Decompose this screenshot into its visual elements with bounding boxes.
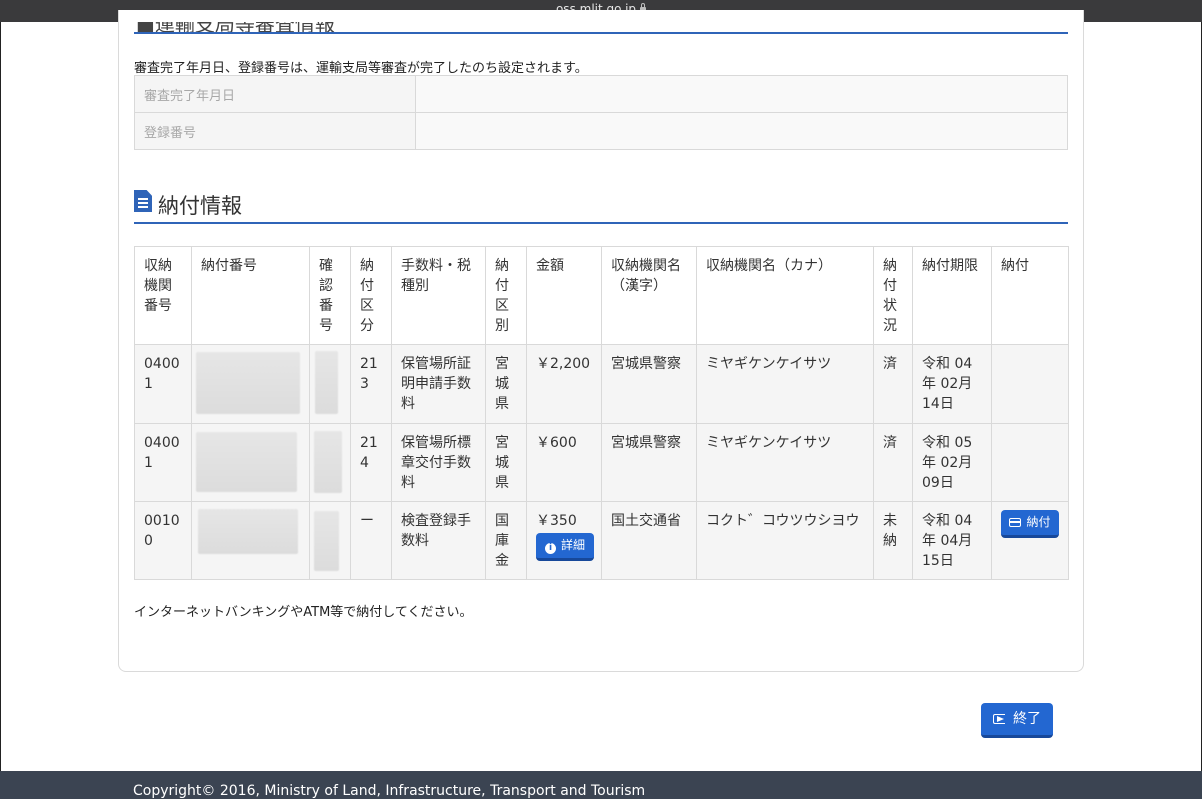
payment-number-redacted — [191, 423, 310, 502]
amount: ￥350 — [536, 513, 577, 529]
col-payment-number: 納付番号 — [191, 246, 310, 345]
pay-button-label: 納付 — [1026, 515, 1051, 529]
agency-name-kana: ミヤギケンケイサツ — [696, 344, 874, 424]
col-payment-category: 納付区分 — [350, 246, 392, 345]
table-row: 登録番号 — [134, 112, 1068, 150]
fee-type: 検査登録手数料 — [391, 501, 486, 580]
pay-button[interactable]: 納付 — [1001, 510, 1059, 538]
section-rule — [134, 222, 1068, 224]
col-status: 納付状況 — [873, 246, 913, 345]
payment-category: 214 — [350, 423, 392, 502]
col-agency-kana: 収納機関名（カナ） — [696, 246, 874, 345]
payment-note: インターネットバンキングやATM等で納付してください。 — [134, 605, 473, 620]
confirmation-number-redacted — [309, 501, 351, 580]
agency-name-kana: ミヤギケンケイサツ — [696, 423, 874, 502]
fee-type: 保管場所標章交付手数料 — [391, 423, 486, 502]
payment-division: 宮城県 — [485, 423, 527, 502]
sign-out-icon — [993, 714, 1005, 724]
end-button-label: 終了 — [1013, 711, 1041, 727]
confirmation-number-redacted — [309, 344, 351, 424]
col-agency-number: 収納機関番号 — [134, 246, 192, 345]
pay-cell: 納付 — [991, 501, 1069, 580]
amount-cell: ￥350 i 詳細 — [526, 501, 602, 580]
col-pay: 納付 — [991, 246, 1069, 345]
exam-date-label: 審査完了年月日 — [134, 75, 416, 113]
fee-type: 保管場所証明申請手数料 — [391, 344, 486, 424]
table-row: 00100 ー 検査登録手数料 国庫金 ￥350 i 詳細 国土交通省 コクト゛コ… — [134, 501, 1069, 580]
payment-status: 済 — [873, 423, 913, 502]
table-row: 04001 214 保管場所標章交付手数料 宮城県 ￥600 宮城県警察 ミヤギ… — [134, 423, 1069, 502]
col-agency-kanji: 収納機関名（漢字） — [601, 246, 697, 345]
payment-category: ー — [350, 501, 392, 580]
footer: Copyright© 2016, Ministry of Land, Infra… — [0, 771, 1202, 799]
col-confirmation-number: 確認番号 — [309, 246, 351, 345]
amount: ￥600 — [526, 423, 602, 502]
agency-number: 04001 — [134, 423, 192, 502]
col-amount: 金額 — [526, 246, 602, 345]
agency-name-kanji: 宮城県警察 — [601, 344, 697, 424]
window-edge-left — [0, 22, 1, 772]
due-date: 令和 04年 04月 15日 — [912, 501, 992, 580]
detail-button[interactable]: i 詳細 — [536, 533, 594, 561]
payment-number-redacted — [191, 501, 310, 580]
table-row: 04001 213 保管場所証明申請手数料 宮城県 ￥2,200 宮城県警察 ミ… — [134, 344, 1069, 424]
registration-note: 審査完了年月日、登録番号は、運輸支局等審査が完了したのち設定されます。 — [134, 61, 588, 76]
credit-card-icon — [1009, 518, 1022, 527]
table-header-row: 収納機関番号 納付番号 確認番号 納付区分 手数料・税種別 納付区別 金額 収納… — [134, 246, 1069, 345]
detail-button-label: 詳細 — [560, 538, 585, 552]
info-icon: i — [544, 543, 556, 554]
section-rule — [134, 32, 1068, 34]
pay-cell — [991, 344, 1069, 424]
payment-heading-title: 納付情報 — [158, 194, 242, 218]
registration-table: 審査完了年月日 登録番号 — [134, 75, 1068, 150]
end-button[interactable]: 終了 — [981, 703, 1053, 738]
due-date: 令和 04年 02月 14日 — [912, 344, 992, 424]
agency-number: 04001 — [134, 344, 192, 424]
agency-name-kana: コクト゛コウツウシヨウ — [696, 501, 874, 580]
amount: ￥2,200 — [526, 344, 602, 424]
payment-category: 213 — [350, 344, 392, 424]
table-row: 審査完了年月日 — [134, 75, 1068, 113]
payment-division: 宮城県 — [485, 344, 527, 424]
confirmation-number-redacted — [309, 423, 351, 502]
payment-table: 収納機関番号 納付番号 確認番号 納付区分 手数料・税種別 納付区別 金額 収納… — [134, 246, 1069, 580]
payment-division: 国庫金 — [485, 501, 527, 580]
registration-number-value — [415, 112, 1068, 150]
agency-name-kanji: 宮城県警察 — [601, 423, 697, 502]
document-icon — [134, 190, 152, 212]
pay-cell — [991, 423, 1069, 502]
col-fee-type: 手数料・税種別 — [391, 246, 486, 345]
payment-status: 未納 — [873, 501, 913, 580]
col-payment-division: 納付区別 — [485, 246, 527, 345]
due-date: 令和 05年 02月 09日 — [912, 423, 992, 502]
agency-number: 00100 — [134, 501, 192, 580]
registration-number-label: 登録番号 — [134, 112, 416, 150]
agency-name-kanji: 国土交通省 — [601, 501, 697, 580]
payment-number-redacted — [191, 344, 310, 424]
copyright: Copyright© 2016, Ministry of Land, Infra… — [133, 783, 646, 799]
payment-status: 済 — [873, 344, 913, 424]
col-due-date: 納付期限 — [912, 246, 992, 345]
exam-date-value — [415, 75, 1068, 113]
